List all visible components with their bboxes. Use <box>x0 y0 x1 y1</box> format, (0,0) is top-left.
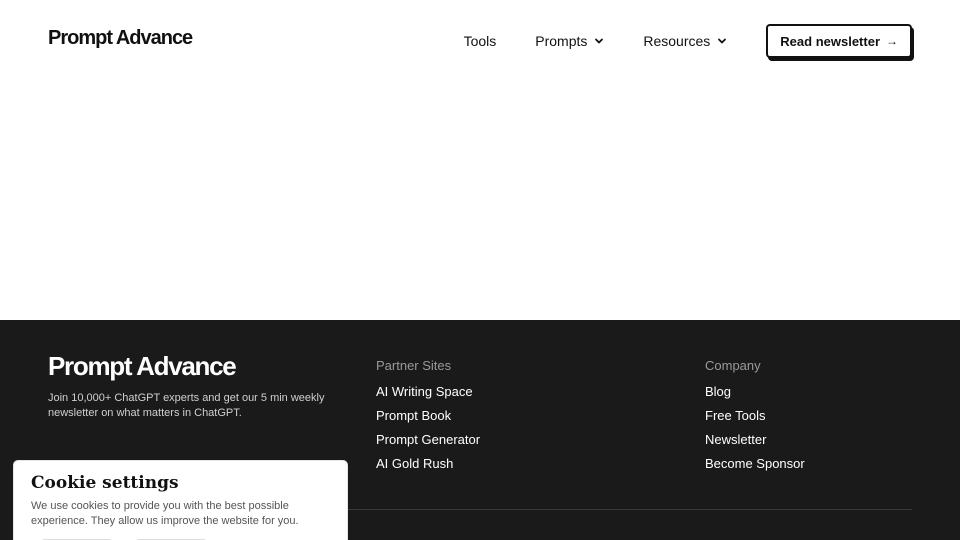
page: Prompt Advance Tools Prompts Resources R… <box>0 0 960 540</box>
nav-prompts[interactable]: Prompts <box>535 33 604 49</box>
partner-link-prompt-book[interactable]: Prompt Book <box>376 407 480 431</box>
company-link-become-sponsor[interactable]: Become Sponsor <box>705 455 805 479</box>
company-heading: Company <box>705 358 761 373</box>
nav-resources-label: Resources <box>643 33 711 49</box>
footer-logo[interactable]: Prompt Advance <box>48 351 237 382</box>
nav-prompts-label: Prompts <box>535 33 588 49</box>
read-newsletter-button[interactable]: Read newsletter → <box>766 24 912 58</box>
read-newsletter-label: Read newsletter <box>780 33 880 49</box>
nav-resources[interactable]: Resources <box>643 33 727 49</box>
company-column: Company Blog Free Tools Newsletter Becom… <box>705 358 805 479</box>
logo[interactable]: Prompt Advance <box>48 27 193 50</box>
footer-description: Join 10,000+ ChatGPT experts and get our… <box>48 392 325 419</box>
company-link-newsletter[interactable]: Newsletter <box>705 431 805 455</box>
partner-sites-heading: Partner Sites <box>376 358 452 373</box>
partner-link-prompt-generator[interactable]: Prompt Generator <box>376 431 480 455</box>
company-link-blog[interactable]: Blog <box>705 383 805 407</box>
cookie-title: Cookie settings <box>31 473 179 493</box>
chevron-down-icon <box>594 36 604 46</box>
nav-tools-label: Tools <box>463 33 497 49</box>
site-header: Prompt Advance Tools Prompts Resources R… <box>0 0 960 80</box>
nav-tools[interactable]: Tools <box>464 33 497 49</box>
partner-link-ai-writing-space[interactable]: AI Writing Space <box>376 383 480 407</box>
main-nav: Tools Prompts Resources Read newsletter … <box>464 24 912 58</box>
arrow-right-icon: → <box>886 34 898 48</box>
company-link-free-tools[interactable]: Free Tools <box>705 407 805 431</box>
cookie-text: We use cookies to provide you with the b… <box>31 500 299 527</box>
partner-link-ai-gold-rush[interactable]: AI Gold Rush <box>376 455 480 479</box>
chevron-down-icon <box>717 36 727 46</box>
cookie-settings-panel: Cookie settings We use cookies to provid… <box>14 461 347 540</box>
partner-sites-column: Partner Sites AI Writing Space Prompt Bo… <box>376 358 480 479</box>
